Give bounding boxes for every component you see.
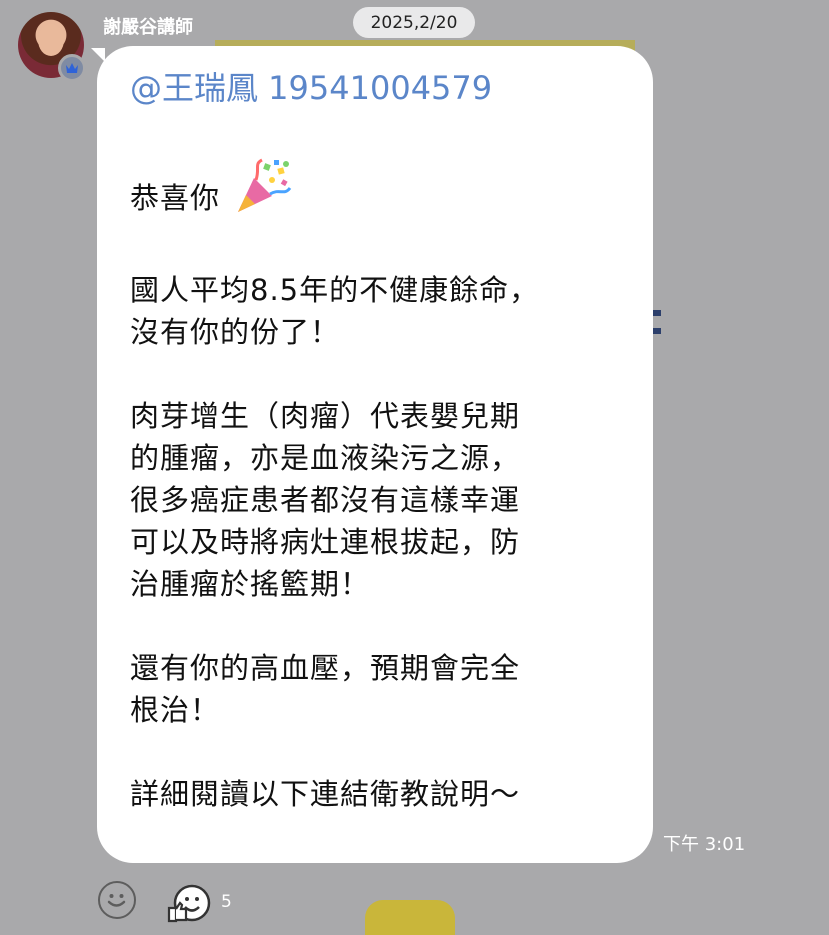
sender-name: 謝嚴谷講師: [103, 17, 193, 38]
sender-avatar[interactable]: [18, 12, 86, 82]
message-paragraph: 國人平均8.5年的不健康餘命， 沒有你的份了！: [130, 269, 623, 353]
message-line: 詳細閱讀以下連結衛教說明～: [130, 777, 521, 811]
message-paragraph: 還有你的高血壓，預期會完全 根治！: [130, 647, 623, 731]
message-paragraph: 詳細閱讀以下連結衛教說明～: [130, 773, 623, 815]
mention-link[interactable]: @王瑞鳳 19541004579: [130, 66, 623, 110]
message-line: 根治！: [130, 693, 221, 727]
thumbs-up-face-icon[interactable]: [166, 884, 214, 924]
message-line: 肉芽增生（肉瘤）代表嬰兒期: [130, 399, 521, 433]
greeting-line: 恭喜你: [130, 158, 623, 227]
message-line: 治腫瘤於搖籃期！: [130, 567, 371, 601]
smiley-outline-icon[interactable]: [98, 881, 136, 919]
message-line: 沒有你的份了！: [130, 315, 341, 349]
date-separator: 2025,2/20: [353, 7, 475, 38]
message-bubble[interactable]: @王瑞鳳 19541004579 恭喜你 國人平均8.5年的不健康餘命， 沒有你…: [97, 46, 653, 863]
message-line: 的腫瘤，亦是血液染污之源，: [130, 441, 521, 475]
message-line: 可以及時將病灶連根拔起，防: [130, 525, 521, 559]
reaction-count: 5: [221, 892, 232, 912]
greeting-text: 恭喜你: [130, 181, 221, 215]
message-line: 國人平均8.5年的不健康餘命，: [130, 273, 540, 307]
party-popper-icon: [234, 158, 292, 227]
message-time: 下午 3:01: [663, 834, 746, 855]
message-line: 很多癌症患者都沒有這樣幸運: [130, 483, 521, 517]
message-line: 還有你的高血壓，預期會完全: [130, 651, 521, 685]
crown-icon: [58, 54, 86, 82]
message-paragraph: 肉芽增生（肉瘤）代表嬰兒期 的腫瘤，亦是血液染污之源， 很多癌症患者都沒有這樣幸…: [130, 395, 623, 605]
